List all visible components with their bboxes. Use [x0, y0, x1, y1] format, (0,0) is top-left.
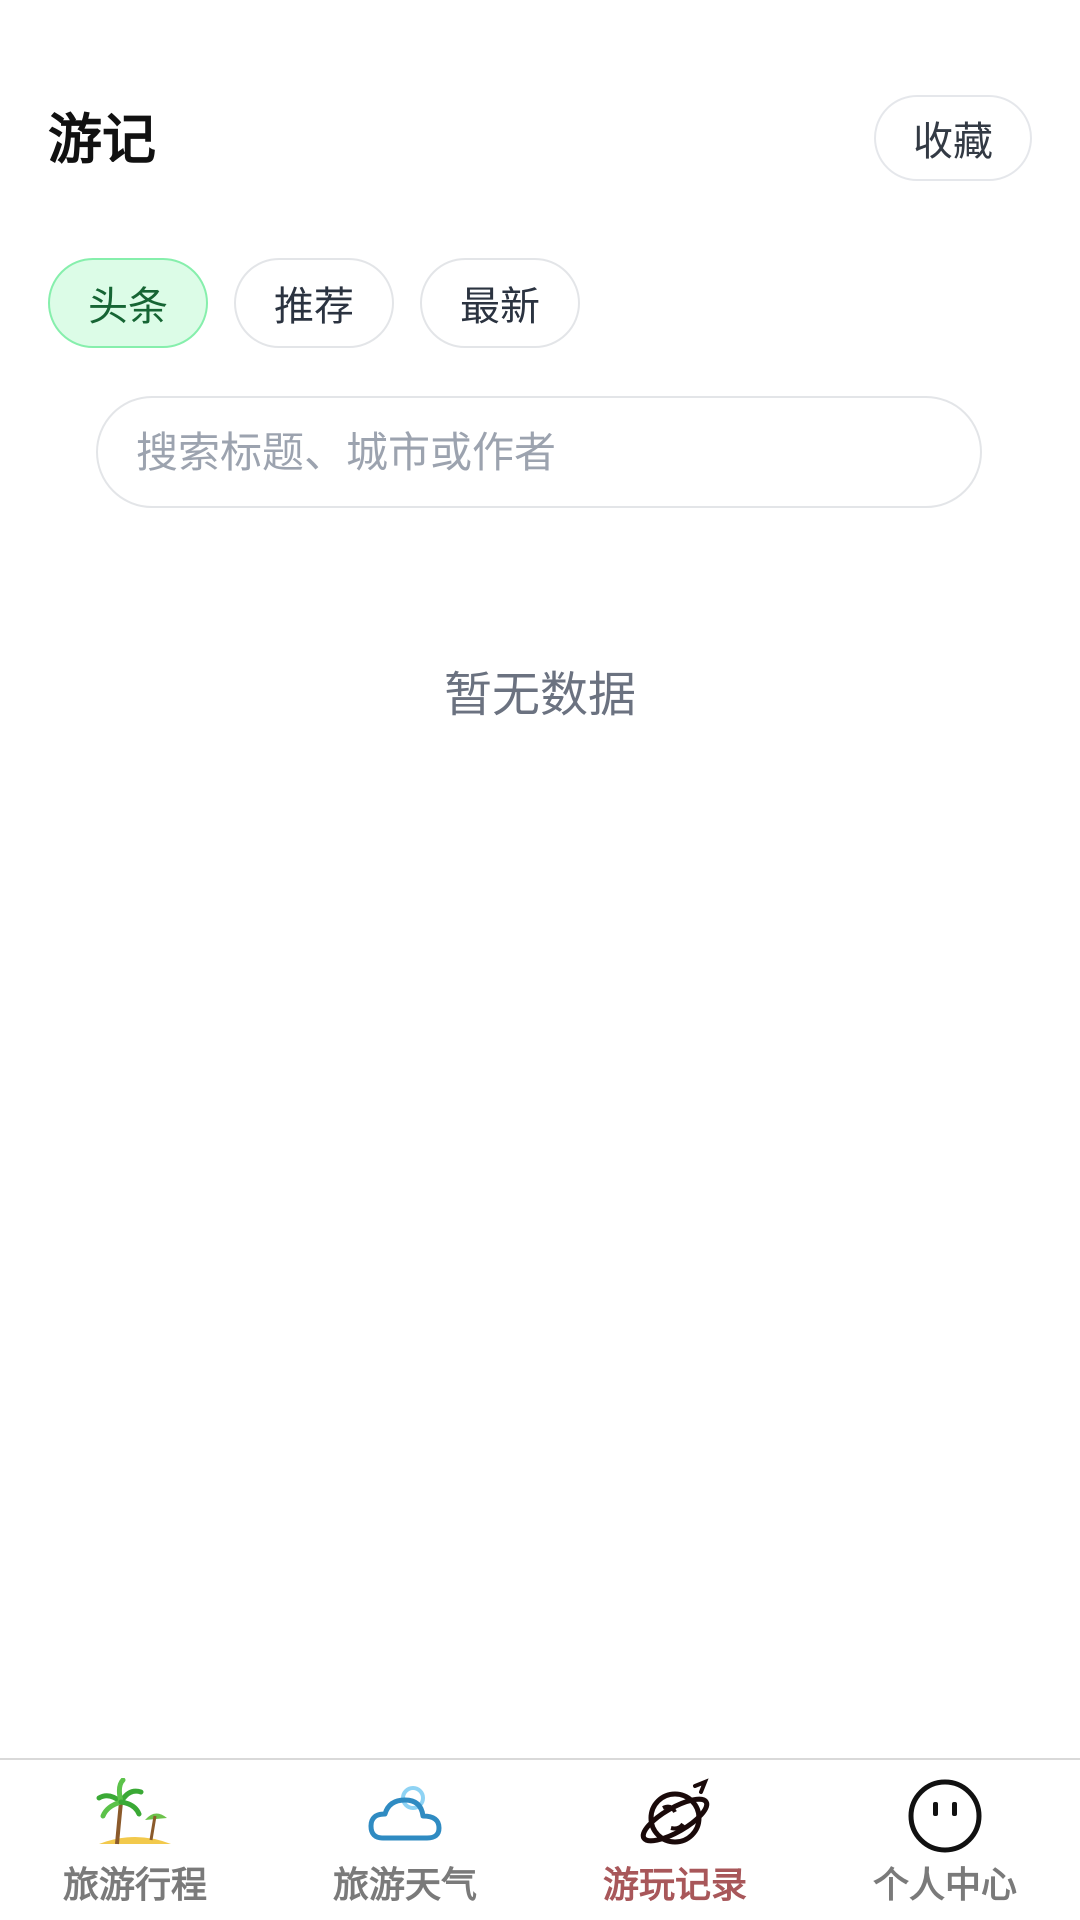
favorites-button[interactable]: 收藏	[874, 95, 1032, 181]
palm-tree-icon	[95, 1778, 175, 1854]
bottom-tab-bar: 旅游行程 旅游天气 游玩记录 个人中心	[0, 1758, 1080, 1920]
tab-latest[interactable]: 最新	[420, 258, 580, 348]
category-tabs: 头条 推荐 最新	[48, 258, 580, 348]
empty-state-text: 暂无数据	[443, 667, 636, 723]
tabbar-item-label: 旅游天气	[332, 1865, 477, 1906]
planet-icon	[635, 1778, 715, 1854]
header: 游记 收藏	[48, 95, 1032, 187]
tabbar-item-label: 游玩记录	[602, 1865, 747, 1906]
tab-recommended[interactable]: 推荐	[234, 258, 394, 348]
tab-headlines[interactable]: 头条	[48, 258, 208, 348]
cloud-sun-icon	[365, 1778, 445, 1854]
tabbar-item-profile[interactable]: 个人中心	[810, 1760, 1080, 1920]
face-icon	[905, 1778, 985, 1854]
tabbar-item-records[interactable]: 游玩记录	[540, 1760, 810, 1920]
search-box	[96, 396, 982, 508]
page-title: 游记	[48, 108, 156, 171]
travel-notes-page: 游记 收藏 头条 推荐 最新 暂无数据	[0, 0, 1080, 1920]
tabbar-item-weather[interactable]: 旅游天气	[270, 1760, 540, 1920]
tabbar-item-label: 旅游行程	[62, 1865, 207, 1906]
search-input[interactable]	[98, 398, 980, 506]
tabbar-item-itinerary[interactable]: 旅游行程	[0, 1760, 270, 1920]
tabbar-item-label: 个人中心	[872, 1865, 1017, 1906]
